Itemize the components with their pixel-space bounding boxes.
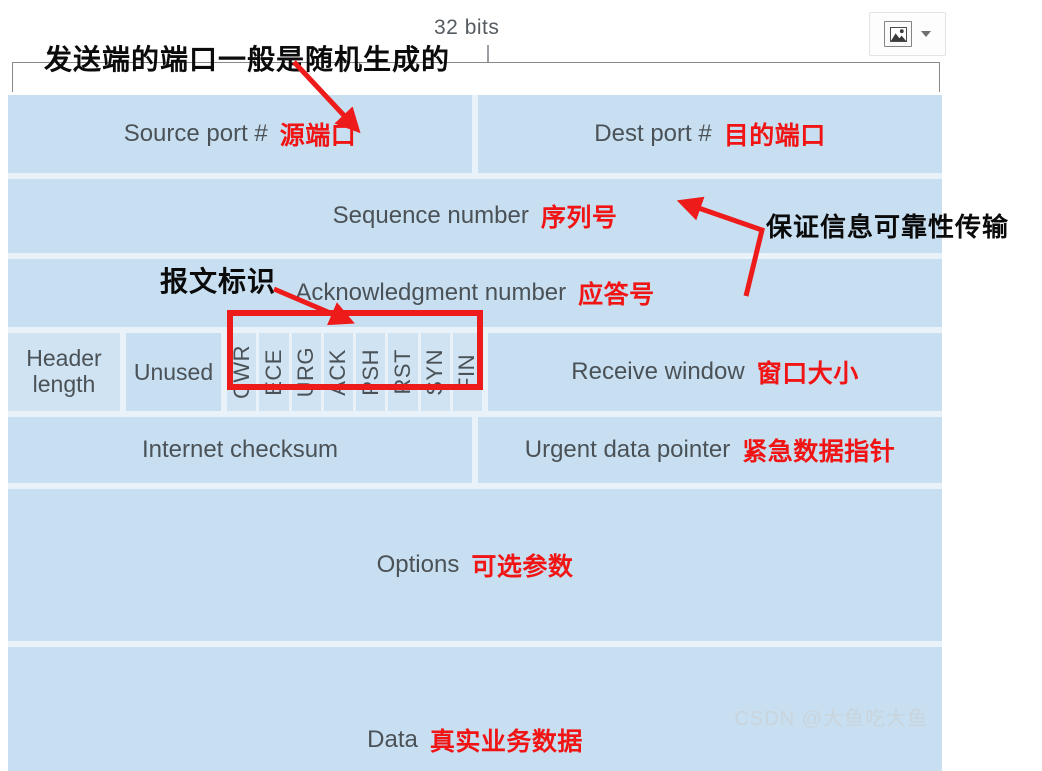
watermark: CSDN @大鱼吃大鱼: [734, 708, 928, 730]
flag-psh: PSH: [356, 333, 386, 411]
unused-label: Unused: [133, 358, 214, 385]
cell-acknowledgment-number: Acknowledgment number 应答号: [8, 259, 942, 327]
sequence-number-annotation: 序列号: [540, 204, 618, 232]
flag-cwr: CWR: [227, 333, 257, 411]
dest-port-label: Dest port #: [594, 120, 712, 147]
header-length-label-line1: Header: [26, 345, 102, 372]
table-row-checksum: Internet checksum Urgent data pointer 紧急…: [8, 417, 942, 483]
receive-window-label: Receive window: [571, 358, 745, 385]
picture-icon[interactable]: [884, 21, 912, 47]
sequence-number-label: Sequence number: [332, 202, 529, 229]
cell-source-port: Source port # 源端口: [8, 95, 472, 173]
options-label: Options: [376, 551, 460, 578]
data-annotation: 真实业务数据: [429, 728, 583, 756]
table-row-options: Options 可选参数: [8, 489, 942, 641]
flag-psh-label: PSH: [357, 348, 383, 396]
flag-cwr-label: CWR: [228, 344, 254, 400]
source-port-annotation: 源端口: [279, 122, 357, 150]
flag-rst-label: RST: [389, 349, 415, 395]
cell-receive-window: Receive window 窗口大小: [488, 333, 942, 411]
options-annotation: 可选参数: [471, 553, 574, 581]
flag-ack-label: ACK: [325, 348, 351, 396]
data-label: Data: [367, 726, 418, 753]
flag-bits-group: CWR ECE URG ACK PSH RST SYN FIN: [227, 333, 482, 411]
image-format-control[interactable]: [869, 12, 946, 56]
table-row-flags: Header length Unused CWR ECE URG ACK PSH…: [8, 333, 942, 411]
flag-urg-label: URG: [293, 346, 319, 398]
cell-urgent-data-pointer: Urgent data pointer 紧急数据指针: [478, 417, 942, 483]
flag-syn-label: SYN: [422, 348, 448, 396]
urgent-data-pointer-annotation: 紧急数据指针: [742, 438, 896, 466]
chevron-down-icon[interactable]: [921, 31, 931, 37]
tcp-segment-diagram: Source port # 源端口 Dest port # 目的端口 Seque…: [8, 95, 942, 771]
internet-checksum-label: Internet checksum: [141, 436, 339, 463]
flag-ece: ECE: [259, 333, 289, 411]
flag-rst: RST: [388, 333, 418, 411]
flag-urg: URG: [291, 333, 321, 411]
acknowledgment-number-label: Acknowledgment number: [295, 279, 567, 306]
cell-internet-checksum: Internet checksum: [8, 417, 472, 483]
flag-fin-label: FIN: [454, 353, 480, 391]
screenshot-root: 32 bits Source port # 源端口 Dest port # 目的…: [0, 0, 1042, 771]
cell-dest-port: Dest port # 目的端口: [478, 95, 942, 173]
bit-width-label: 32 bits: [434, 16, 500, 39]
table-row-acknowledgment: Acknowledgment number 应答号: [8, 259, 942, 327]
urgent-data-pointer-label: Urgent data pointer: [524, 436, 731, 463]
note-reliable-transmission: 保证信息可靠性传输: [766, 212, 1010, 242]
flag-ece-label: ECE: [260, 348, 286, 396]
flag-ack: ACK: [323, 333, 353, 411]
note-segment-flag-identifier: 报文标识: [160, 266, 277, 297]
cell-header-length: Header length: [8, 333, 120, 411]
dest-port-annotation: 目的端口: [723, 122, 826, 150]
note-source-port-random: 发送端的端口一般是随机生成的: [44, 44, 451, 75]
receive-window-annotation: 窗口大小: [756, 360, 859, 388]
source-port-label: Source port #: [123, 120, 268, 147]
flag-syn: SYN: [420, 333, 450, 411]
flag-fin: FIN: [452, 333, 482, 411]
cell-options: Options 可选参数: [8, 489, 942, 641]
table-row-ports: Source port # 源端口 Dest port # 目的端口: [8, 95, 942, 173]
cell-unused: Unused: [126, 333, 221, 411]
acknowledgment-number-annotation: 应答号: [578, 281, 655, 309]
header-length-label-line2: length: [32, 371, 96, 397]
